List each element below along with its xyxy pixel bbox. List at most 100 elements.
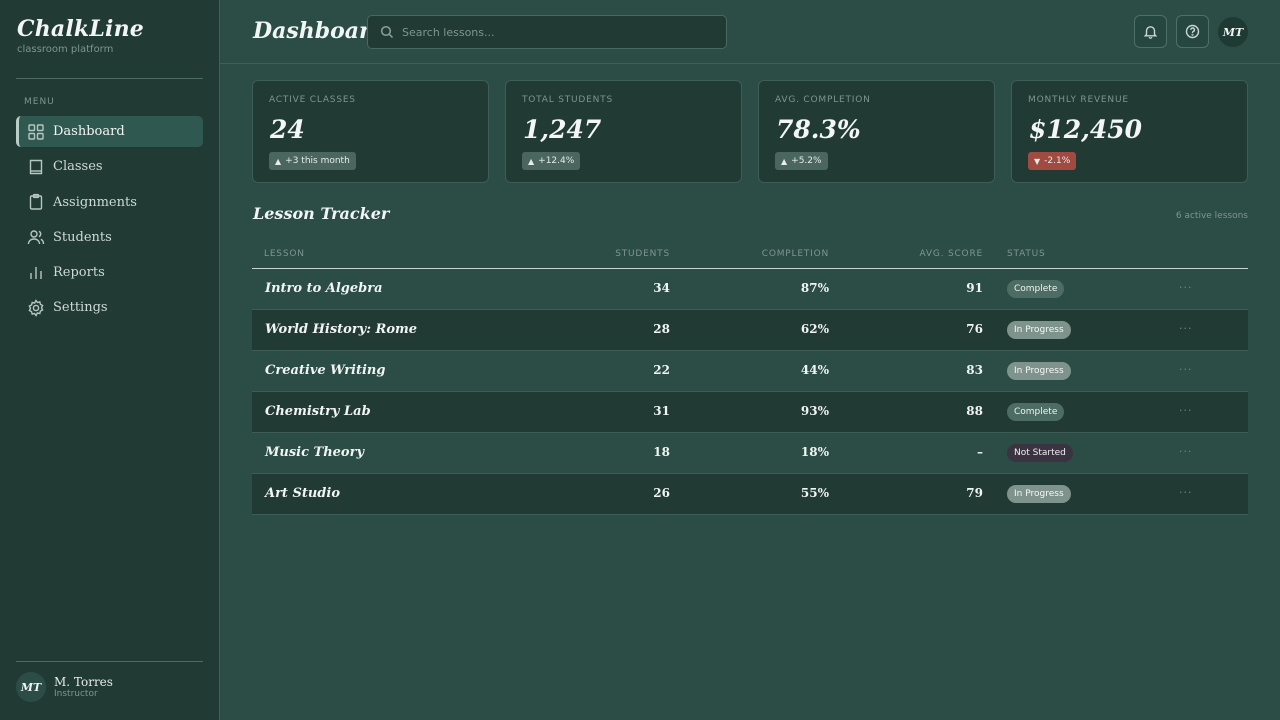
- student-count: 26: [653, 486, 670, 500]
- sidebar-item-label: Settings: [53, 300, 108, 316]
- avg-score-value: 79: [966, 486, 983, 500]
- table-row[interactable]: Art Studio 26 55% 79 In Progress ···: [252, 474, 1248, 515]
- avg-score-value: 88: [966, 404, 983, 418]
- section-title: Lesson Tracker: [253, 204, 390, 223]
- stat-card-avg-completion: AVG. COMPLETION 78.3% ▲ +5.2%: [758, 80, 995, 183]
- sidebar-item-label: Students: [53, 229, 112, 245]
- sidebar-item-settings[interactable]: Settings: [16, 292, 203, 323]
- column-header-completion[interactable]: COMPLETION: [762, 249, 829, 259]
- trend-up-icon: ▲: [528, 156, 535, 166]
- trend-badge-text: -2.1%: [1044, 156, 1071, 166]
- search-box[interactable]: [367, 15, 727, 49]
- user-role: Instructor: [54, 689, 98, 699]
- search-input[interactable]: [402, 25, 702, 39]
- student-count: 22: [653, 363, 670, 377]
- column-header-lesson[interactable]: LESSON: [264, 249, 305, 259]
- sidebar-item-students[interactable]: Students: [16, 222, 203, 253]
- more-options-icon[interactable]: ···: [1179, 445, 1193, 458]
- trend-up-icon: ▲: [781, 156, 788, 166]
- search-icon: [380, 25, 394, 39]
- stat-value: 1,247: [523, 115, 602, 144]
- sidebar-nav: Dashboard Classes Assignments Students R…: [16, 116, 203, 328]
- trend-badge: ▲ +3 this month: [269, 152, 356, 170]
- table-row[interactable]: World History: Rome 28 62% 76 In Progress ···: [252, 310, 1248, 351]
- trend-badge-text: +5.2%: [791, 156, 822, 166]
- column-header-status[interactable]: STATUS: [1007, 249, 1046, 259]
- more-options-icon[interactable]: ···: [1179, 363, 1193, 376]
- user-name: M. Torres: [54, 675, 113, 689]
- stat-card-total-students: TOTAL STUDENTS 1,247 ▲ +12.4%: [505, 80, 742, 183]
- stat-label: ACTIVE CLASSES: [269, 95, 356, 105]
- lesson-name[interactable]: Art Studio: [265, 486, 340, 501]
- table-row[interactable]: Chemistry Lab 31 93% 88 Complete ···: [252, 392, 1248, 433]
- stat-value: 24: [270, 115, 305, 144]
- sidebar-item-classes[interactable]: Classes: [16, 151, 203, 182]
- table-row[interactable]: Creative Writing 22 44% 83 In Progress ···: [252, 351, 1248, 392]
- lesson-name[interactable]: Creative Writing: [265, 363, 385, 378]
- stat-label: TOTAL STUDENTS: [522, 95, 613, 105]
- trend-badge: ▲ +5.2%: [775, 152, 828, 170]
- stat-label: MONTHLY REVENUE: [1028, 95, 1129, 105]
- column-header-avg-score[interactable]: AVG. SCORE: [920, 249, 983, 259]
- brand-subtitle: classroom platform: [17, 44, 114, 55]
- stat-value: 78.3%: [776, 115, 861, 144]
- more-options-icon[interactable]: ···: [1179, 281, 1193, 294]
- gear-icon: [27, 299, 45, 317]
- student-count: 31: [653, 404, 670, 418]
- help-icon: [1185, 24, 1200, 39]
- sidebar-divider: [16, 78, 203, 79]
- user-profile[interactable]: MT M. Torres Instructor: [16, 672, 113, 702]
- avatar: MT: [16, 672, 46, 702]
- clipboard-icon: [27, 193, 45, 211]
- bar-chart-icon: [27, 264, 45, 282]
- table-header: LESSON STUDENTS COMPLETION AVG. SCORE ST…: [252, 240, 1248, 269]
- trend-badge-text: +12.4%: [538, 156, 575, 166]
- completion-value: 44%: [800, 363, 829, 377]
- users-icon: [27, 228, 45, 246]
- avg-score-value: –: [977, 445, 983, 459]
- sidebar-item-reports[interactable]: Reports: [16, 257, 203, 288]
- stat-card-active-classes: ACTIVE CLASSES 24 ▲ +3 this month: [252, 80, 489, 183]
- bell-icon: [1143, 26, 1158, 39]
- topbar: Dashboard MT: [220, 0, 1280, 64]
- menu-label: MENU: [24, 97, 55, 107]
- table-row[interactable]: Intro to Algebra 34 87% 91 Complete ···: [252, 269, 1248, 310]
- lesson-name[interactable]: Music Theory: [265, 445, 364, 460]
- more-options-icon[interactable]: ···: [1179, 322, 1193, 335]
- sidebar-item-assignments[interactable]: Assignments: [16, 187, 203, 218]
- more-options-icon[interactable]: ···: [1179, 486, 1193, 499]
- completion-value: 55%: [800, 486, 829, 500]
- column-header-students[interactable]: STUDENTS: [615, 249, 670, 259]
- book-icon: [27, 158, 45, 176]
- avg-score-value: 83: [966, 363, 983, 377]
- lesson-name[interactable]: World History: Rome: [265, 322, 417, 337]
- trend-up-icon: ▲: [275, 156, 282, 166]
- notifications-button[interactable]: [1134, 15, 1167, 48]
- avatar[interactable]: MT: [1218, 17, 1248, 47]
- stat-card-monthly-revenue: MONTHLY REVENUE $12,450 ▼ -2.1%: [1011, 80, 1248, 183]
- sidebar-divider: [16, 661, 203, 662]
- trend-badge-text: +3 this month: [285, 156, 350, 166]
- table-body: Intro to Algebra 34 87% 91 Complete ··· World …: [252, 269, 1248, 515]
- sidebar-item-dashboard[interactable]: Dashboard: [16, 116, 203, 147]
- help-button[interactable]: [1176, 15, 1209, 48]
- brand-name[interactable]: ChalkLine: [17, 16, 144, 42]
- completion-value: 87%: [800, 281, 829, 295]
- status-badge: Complete: [1007, 280, 1065, 298]
- avg-score-value: 91: [966, 281, 983, 295]
- student-count: 18: [653, 445, 670, 459]
- trend-badge: ▼ -2.1%: [1028, 152, 1077, 170]
- lesson-name[interactable]: Chemistry Lab: [265, 404, 371, 419]
- stats-row: ACTIVE CLASSES 24 ▲ +3 this month TOTAL S…: [252, 80, 1248, 183]
- completion-value: 62%: [800, 322, 829, 336]
- student-count: 28: [653, 322, 670, 336]
- trend-badge: ▲ +12.4%: [522, 152, 581, 170]
- sidebar-item-label: Dashboard: [53, 124, 125, 139]
- table-row[interactable]: Music Theory 18 18% – Not Started ···: [252, 433, 1248, 474]
- avg-score-value: 76: [966, 322, 983, 336]
- more-options-icon[interactable]: ···: [1179, 404, 1193, 417]
- sidebar-item-label: Classes: [53, 159, 103, 175]
- lesson-name[interactable]: Intro to Algebra: [265, 281, 383, 296]
- completion-value: 18%: [800, 445, 829, 459]
- sidebar-item-label: Assignments: [53, 194, 137, 210]
